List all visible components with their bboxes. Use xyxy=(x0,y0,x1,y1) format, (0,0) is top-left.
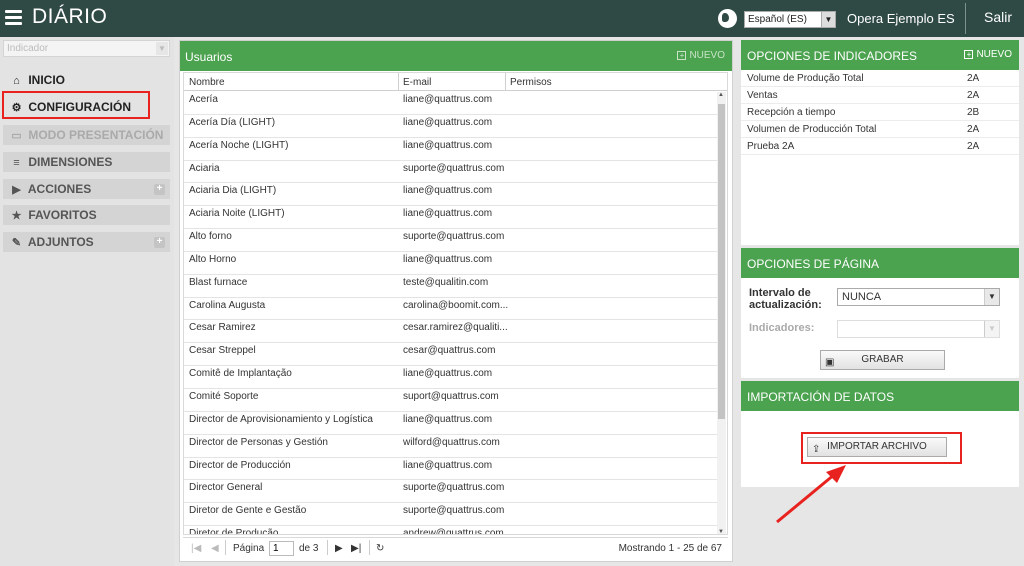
arrow-shaft xyxy=(776,472,836,524)
annotation-arrow xyxy=(776,465,846,524)
